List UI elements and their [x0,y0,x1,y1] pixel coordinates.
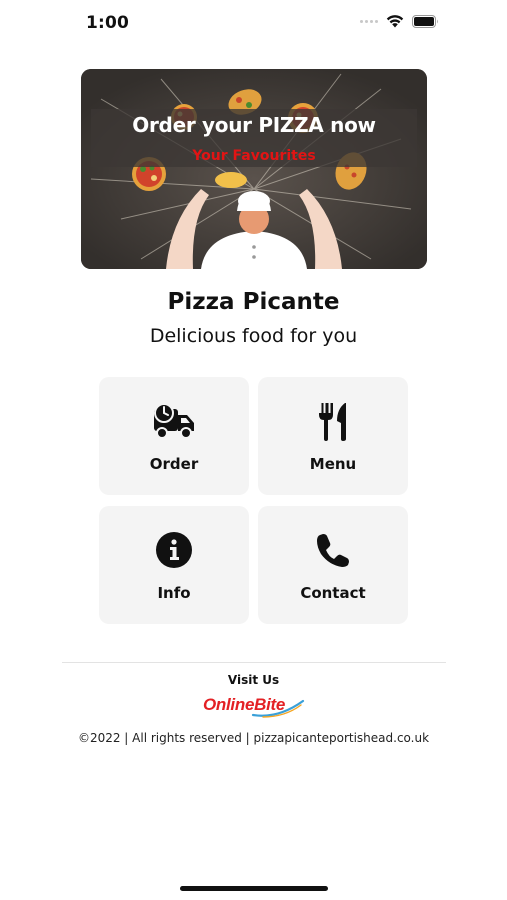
wifi-icon [386,14,404,28]
home-indicator[interactable] [180,886,328,891]
copyright-text: ©2022 | All rights reserved | pizzapican… [77,731,430,745]
status-time: 1:00 [86,13,130,33]
contact-label: Contact [300,584,366,602]
banner-illustration [81,69,427,269]
info-label: Info [157,584,191,602]
phone-icon [311,528,355,572]
menu-label: Menu [309,455,357,473]
footer-divider [62,662,446,663]
cellular-signal-icon [360,19,378,23]
info-icon [152,528,196,572]
order-tile[interactable]: Order [99,377,249,495]
menu-tile[interactable]: Menu [258,377,408,495]
delivery-truck-icon [152,399,196,443]
restaurant-name: Pizza Picante [167,289,340,315]
promo-banner[interactable]: Order your PIZZA now Your Favourites [81,69,427,269]
contact-tile[interactable]: Contact [258,506,408,624]
onlinebite-logo[interactable]: OnlineBite [203,693,307,719]
battery-icon [412,14,439,28]
banner-subtitle: Your Favourites [192,148,316,164]
banner-title: Order your PIZZA now [132,113,376,137]
fork-knife-icon [311,399,355,443]
info-tile[interactable]: Info [99,506,249,624]
order-label: Order [149,455,199,473]
visit-us-label: Visit Us [227,673,280,687]
brand-name: OnlineBite [203,695,286,714]
restaurant-tagline: Delicious food for you [149,325,358,347]
status-bar: 1:00 [0,0,507,48]
status-icons [360,14,439,28]
